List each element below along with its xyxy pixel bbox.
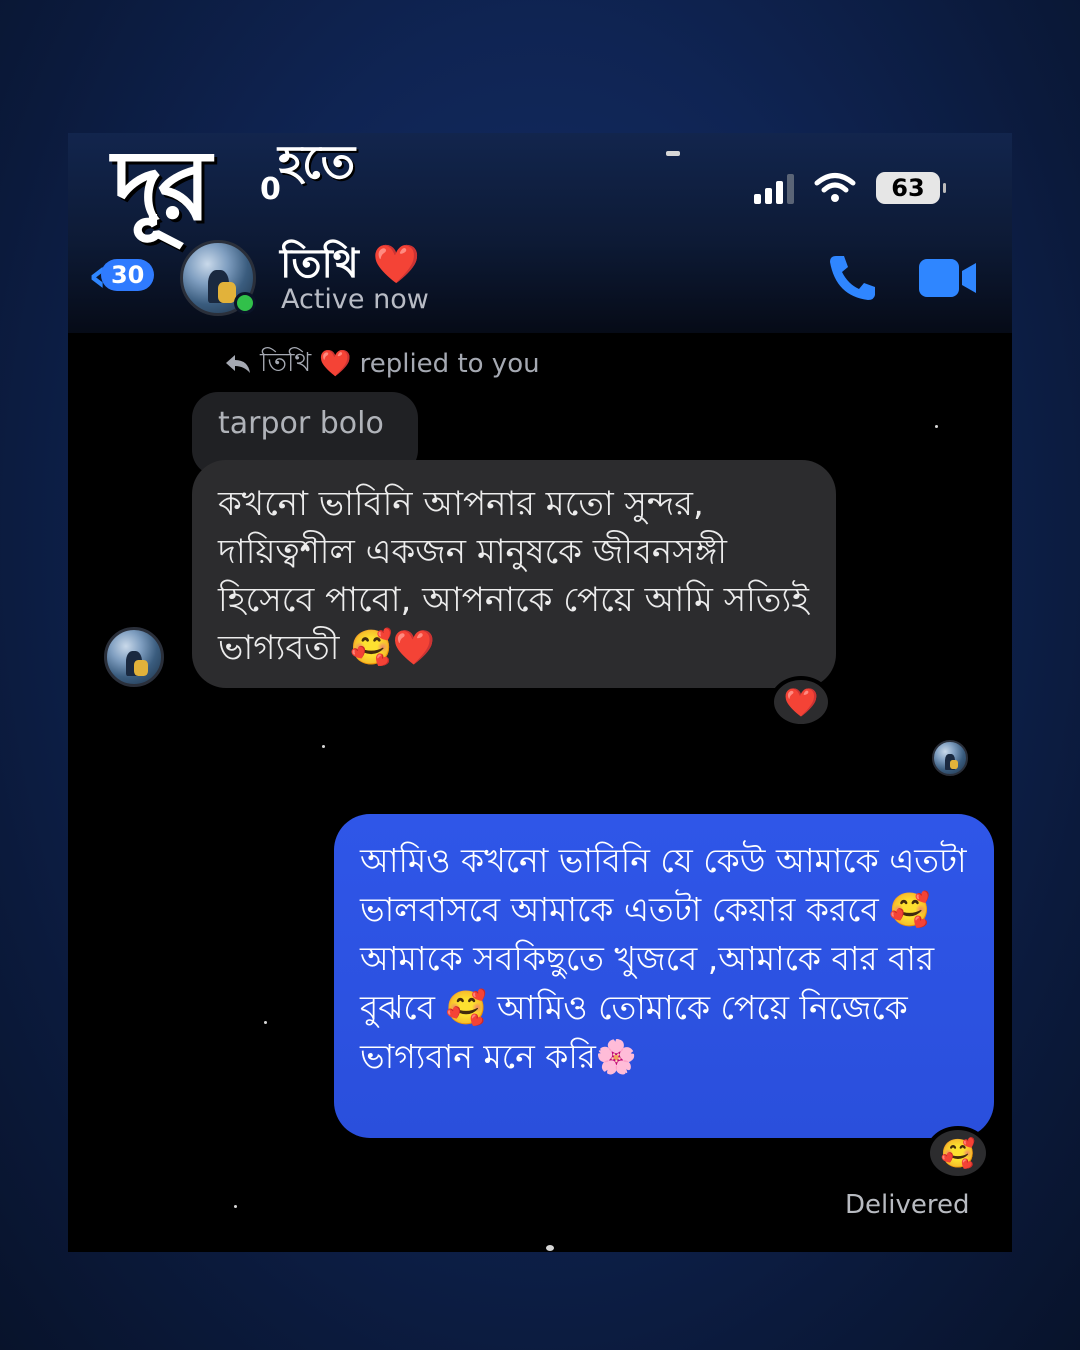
smiling-face-hearts-icon: 🥰 <box>940 1136 976 1170</box>
heart-icon: ❤️ <box>372 242 421 286</box>
outgoing-message[interactable]: আমিও কখনো ভাবিনি যে কেউ আমাকে এতটা ভালবা… <box>334 814 994 1138</box>
seen-avatar <box>932 740 968 776</box>
reply-arrow-icon <box>226 355 250 373</box>
incoming-message[interactable]: কখনো ভাবিনি আপনার মতো সুন্দর, দায়িত্বশী… <box>192 460 836 688</box>
video-camera-icon[interactable] <box>918 257 980 299</box>
overlay-title-small: হতে <box>278 135 356 189</box>
speck <box>666 151 680 156</box>
status-bar: 63 <box>754 172 946 204</box>
speck <box>546 1245 554 1251</box>
reply-text: replied to you <box>359 349 540 379</box>
sender-avatar[interactable] <box>104 627 164 687</box>
speck <box>935 425 938 428</box>
phone-icon[interactable] <box>826 252 878 302</box>
speck <box>322 745 325 748</box>
back-button[interactable]: ‹ 30 <box>88 252 155 298</box>
reply-indicator: তিথি ❤️ replied to you <box>224 342 540 386</box>
speck <box>234 1205 237 1208</box>
overlay-title-big: দূর <box>112 128 211 243</box>
active-status: Active now <box>281 284 429 315</box>
message-reaction[interactable]: 🥰 <box>926 1126 990 1180</box>
reply-name: তিথি <box>260 348 312 378</box>
contact-name-text: তিথি <box>280 241 359 287</box>
message-reaction[interactable]: ❤️ <box>770 676 832 728</box>
wifi-icon <box>814 173 856 202</box>
overlay-title: দূর হতে <box>112 128 355 243</box>
battery-indicator: 63 <box>876 172 946 204</box>
delivery-status: Delivered <box>845 1190 970 1220</box>
unread-count-badge: 30 <box>100 259 155 291</box>
heart-icon: ❤️ <box>319 349 352 379</box>
speck <box>264 1021 267 1024</box>
signal-icon <box>754 172 794 204</box>
heart-icon: ❤️ <box>783 685 819 719</box>
online-status-dot <box>234 292 256 314</box>
